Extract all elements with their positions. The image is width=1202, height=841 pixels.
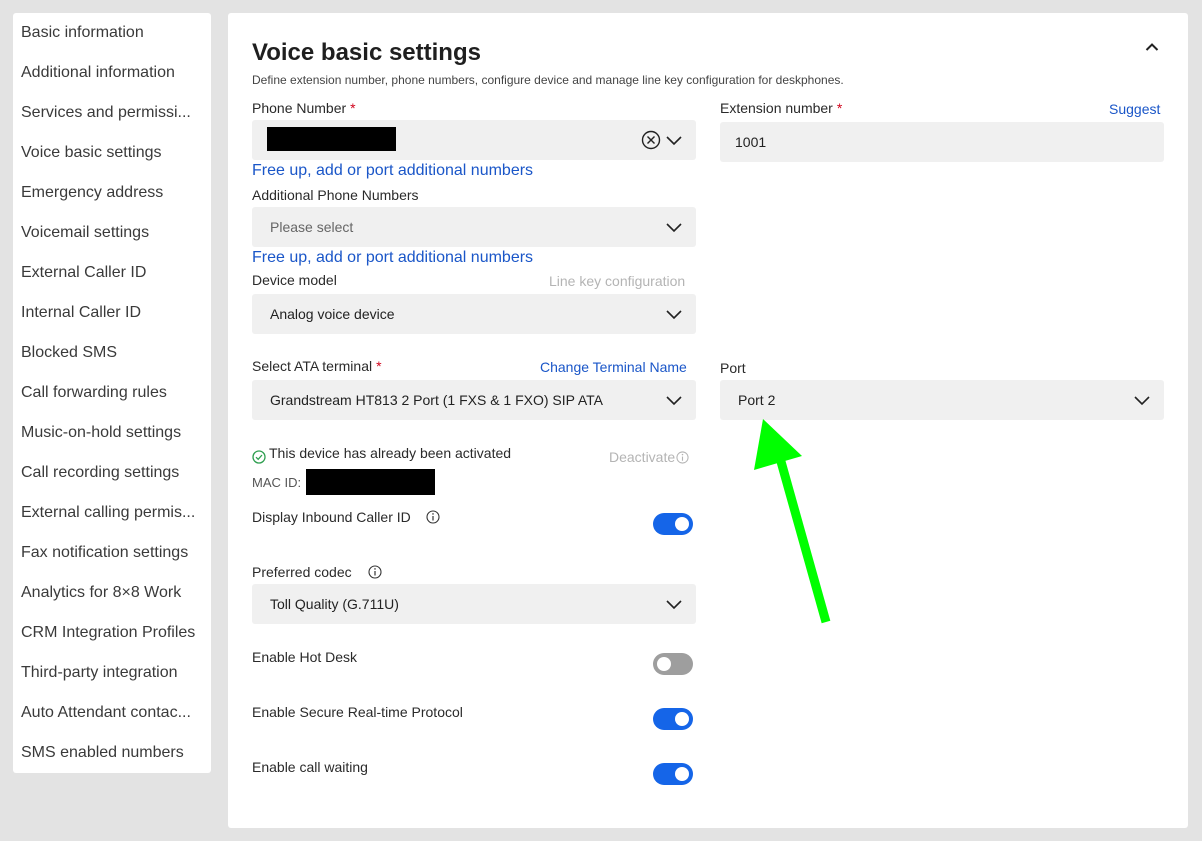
sidebar-item-analytics[interactable]: Analytics for 8×8 Work [21, 573, 207, 613]
srtp-toggle[interactable] [653, 708, 693, 730]
redacted-phone-number [267, 127, 396, 151]
call-waiting-toggle[interactable] [653, 763, 693, 785]
hot-desk-label: Enable Hot Desk [252, 649, 358, 665]
sidebar-item-blocked-sms[interactable]: Blocked SMS [21, 333, 207, 373]
ata-terminal-value: Grandstream HT813 2 Port (1 FXS & 1 FXO)… [270, 392, 604, 408]
port-label: Port [720, 360, 746, 376]
extension-number-input[interactable]: 1001 [720, 122, 1164, 162]
call-waiting-label: Enable call waiting [252, 759, 368, 775]
additional-numbers-manage-link[interactable]: Free up, add or port additional numbers [252, 249, 533, 267]
sidebar-item-voice-basic-settings[interactable]: Voice basic settings [21, 133, 207, 173]
chevron-down-icon[interactable] [666, 133, 682, 147]
chevron-down-icon [666, 220, 682, 234]
deactivate-link[interactable]: Deactivate [609, 449, 689, 465]
chevron-down-icon [666, 393, 682, 407]
sidebar-item-music-on-hold-settings[interactable]: Music-on-hold settings [21, 413, 207, 453]
phone-number-label: Phone Number * [252, 100, 356, 116]
additional-phone-numbers-select[interactable]: Please select [252, 207, 696, 247]
device-model-label: Device model [252, 272, 337, 288]
preferred-codec-select[interactable]: Toll Quality (G.711U) [252, 584, 696, 624]
info-icon[interactable] [426, 510, 440, 524]
sidebar-item-third-party-integration[interactable]: Third-party integration [21, 653, 207, 693]
info-icon [676, 451, 689, 464]
chevron-up-icon[interactable] [1142, 37, 1162, 57]
required-mark: * [836, 100, 843, 116]
toggle-knob [675, 517, 689, 531]
activation-status-text: This device has already been activated [269, 445, 512, 461]
section-subtitle: Define extension number, phone numbers, … [252, 73, 844, 87]
sidebar-item-call-forwarding-rules[interactable]: Call forwarding rules [21, 373, 207, 413]
sidebar-item-voicemail-settings[interactable]: Voicemail settings [21, 213, 207, 253]
chevron-down-icon [666, 307, 682, 321]
preferred-codec-value: Toll Quality (G.711U) [270, 596, 399, 612]
sidebar-item-crm-integration-profiles[interactable]: CRM Integration Profiles [21, 613, 207, 653]
chevron-down-icon [1134, 393, 1150, 407]
device-model-value: Analog voice device [270, 306, 395, 322]
required-mark: * [350, 100, 356, 116]
change-terminal-name-link[interactable]: Change Terminal Name [540, 359, 687, 375]
check-circle-icon [252, 450, 266, 464]
sidebar-item-sms-enabled-numbers[interactable]: SMS enabled numbers [21, 733, 207, 773]
sidebar-item-emergency-address[interactable]: Emergency address [21, 173, 207, 213]
sidebar-item-fax-notification-settings[interactable]: Fax notification settings [21, 533, 207, 573]
sidebar-item-auto-attendant-contacts[interactable]: Auto Attendant contac... [21, 693, 207, 733]
phone-number-manage-link[interactable]: Free up, add or port additional numbers [252, 162, 533, 180]
toggle-knob [675, 767, 689, 781]
srtp-label: Enable Secure Real-time Protocol [252, 704, 463, 720]
toggle-knob [675, 712, 689, 726]
sidebar-item-services-and-permissions[interactable]: Services and permissi... [21, 93, 207, 133]
preferred-codec-label: Preferred codec [252, 564, 352, 580]
port-value: Port 2 [738, 392, 776, 408]
ata-terminal-label: Select ATA terminal * [252, 358, 382, 374]
inbound-caller-id-label: Display Inbound Caller ID [252, 509, 411, 525]
mac-id-label: MAC ID: [252, 475, 302, 490]
sidebar-item-external-caller-id[interactable]: External Caller ID [21, 253, 207, 293]
voice-basic-settings-panel: Voice basic settings Define extension nu… [228, 13, 1188, 828]
sidebar-item-external-calling-permissions[interactable]: External calling permis... [21, 493, 207, 533]
toggle-knob [657, 657, 671, 671]
chevron-down-icon [666, 597, 682, 611]
settings-sidebar: Basic information Additional information… [13, 13, 211, 773]
hot-desk-toggle[interactable] [653, 653, 693, 675]
section-title: Voice basic settings [252, 39, 481, 66]
sidebar-item-additional-information[interactable]: Additional information [21, 53, 207, 93]
info-icon[interactable] [368, 565, 382, 579]
required-mark: * [376, 358, 382, 374]
sidebar-item-internal-caller-id[interactable]: Internal Caller ID [21, 293, 207, 333]
suggest-extension-link[interactable]: Suggest [1109, 101, 1160, 117]
extension-number-label: Extension number * [720, 100, 843, 116]
phone-number-select[interactable] [252, 120, 696, 160]
redacted-mac-id [306, 469, 435, 495]
extension-number-value: 1001 [735, 134, 767, 150]
sidebar-item-basic-information[interactable]: Basic information [21, 13, 207, 53]
sidebar-item-call-recording-settings[interactable]: Call recording settings [21, 453, 207, 493]
line-key-configuration-link[interactable]: Line key configuration [549, 273, 685, 289]
clear-icon[interactable] [641, 130, 661, 150]
additional-phone-numbers-placeholder: Please select [270, 219, 354, 235]
inbound-caller-id-toggle[interactable] [653, 513, 693, 535]
port-select[interactable]: Port 2 [720, 380, 1164, 420]
ata-terminal-select[interactable]: Grandstream HT813 2 Port (1 FXS & 1 FXO)… [252, 380, 696, 420]
additional-phone-numbers-label: Additional Phone Numbers [252, 187, 419, 203]
device-model-select[interactable]: Analog voice device [252, 294, 696, 334]
